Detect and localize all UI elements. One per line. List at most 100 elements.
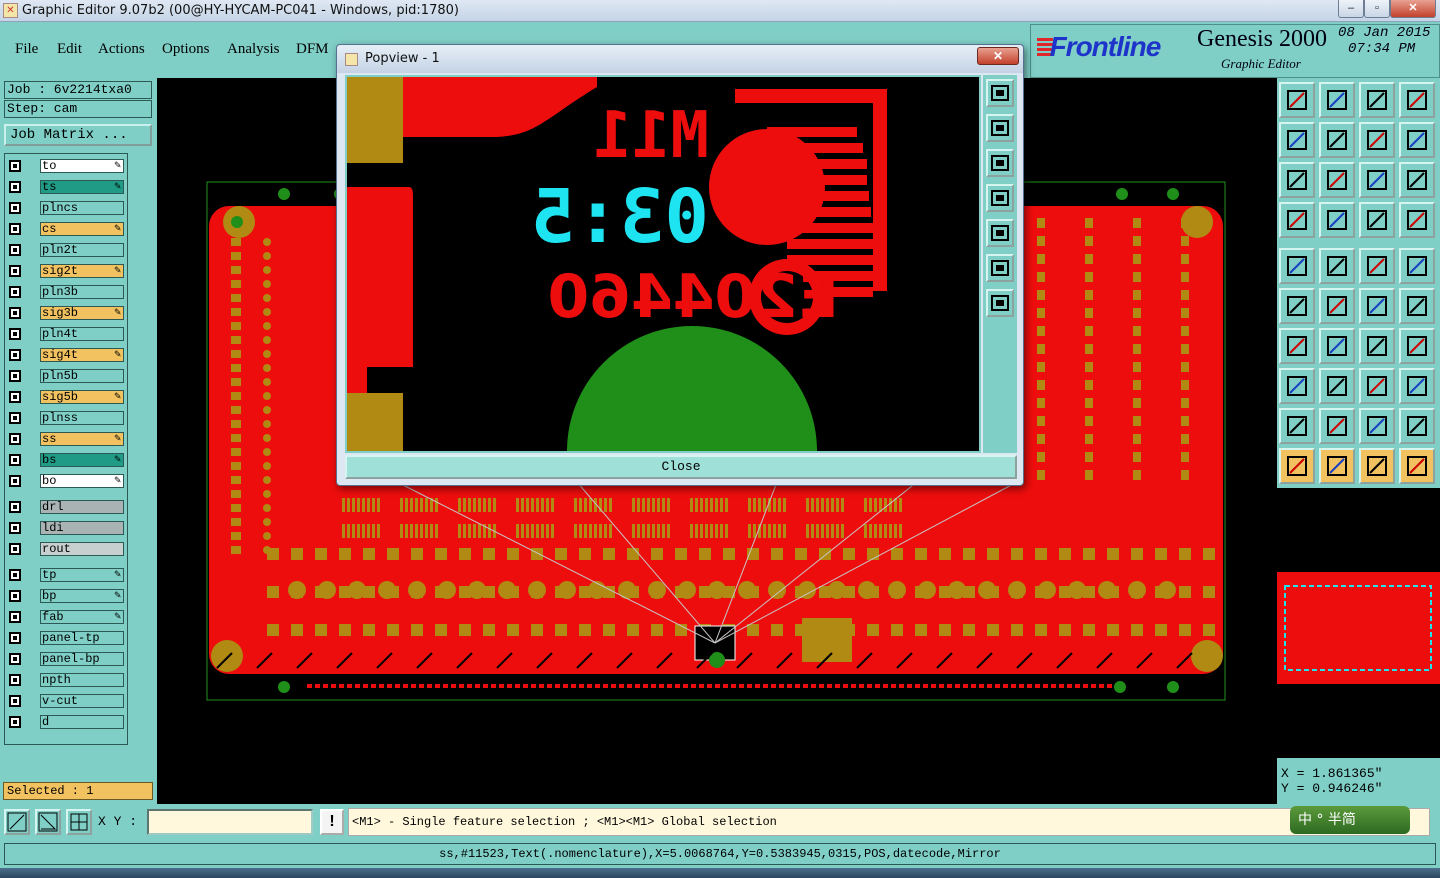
layer-name[interactable]: drl (40, 500, 124, 514)
job-matrix-button[interactable]: Job Matrix ... (4, 124, 152, 146)
layer-stack-icon[interactable] (1359, 202, 1395, 238)
layer-visibility-checkbox[interactable] (9, 590, 21, 602)
layer-name[interactable]: v-cut (40, 694, 124, 708)
layer-row-sig3b[interactable]: sig3b ✎ (7, 305, 125, 321)
snap-icon[interactable] (1359, 288, 1395, 324)
window-icon[interactable] (1399, 82, 1435, 118)
center-icon[interactable] (1359, 368, 1395, 404)
a-blue-icon[interactable] (1399, 408, 1435, 444)
layer-visibility-checkbox[interactable] (9, 674, 21, 686)
layer-row-sig5b[interactable]: sig5b ✎ (7, 389, 125, 405)
layer-visibility-checkbox[interactable] (9, 454, 21, 466)
pv-left-icon[interactable] (986, 184, 1014, 212)
layer-visibility-checkbox[interactable] (9, 653, 21, 665)
layer-name[interactable]: bo (40, 474, 124, 488)
layer-visibility-checkbox[interactable] (9, 412, 21, 424)
layer-visibility-checkbox[interactable] (9, 569, 21, 581)
a-red-icon[interactable] (1359, 408, 1395, 444)
layer-visibility-checkbox[interactable] (9, 501, 21, 513)
layer-row-bs[interactable]: bs ✎ (7, 452, 125, 468)
layer-row-rout[interactable]: rout (7, 541, 125, 557)
right-pane-icon[interactable] (1319, 122, 1355, 158)
pv-zoom-in-icon[interactable] (986, 254, 1014, 282)
layer-visibility-checkbox[interactable] (9, 716, 21, 728)
minus-icon[interactable] (1319, 368, 1355, 404)
snap-red-icon[interactable] (1399, 288, 1435, 324)
layer-visibility-checkbox[interactable] (9, 202, 21, 214)
layer-visibility-checkbox[interactable] (9, 349, 21, 361)
left-pane-icon[interactable] (1279, 122, 1315, 158)
down-arrow-icon[interactable] (1319, 82, 1355, 118)
layer-row-fab[interactable]: fab ✎ (7, 609, 125, 625)
layer-visibility-checkbox[interactable] (9, 391, 21, 403)
menu-dfm[interactable]: DFM (296, 41, 329, 58)
menu-actions[interactable]: Actions (98, 41, 145, 58)
warning-icon[interactable]: ! (320, 809, 344, 835)
layer-stack-red-icon[interactable] (1399, 202, 1435, 238)
layer-row-panel-tp[interactable]: panel-tp (7, 630, 125, 646)
popview-close-button[interactable]: Close (345, 455, 1017, 479)
layer-visibility-checkbox[interactable] (9, 543, 21, 555)
ruler-icon[interactable] (1359, 248, 1395, 284)
layer-row-pln4t[interactable]: pln4t (7, 326, 125, 342)
layer-row-npth[interactable]: npth (7, 672, 125, 688)
pointer-circle-icon[interactable] (1359, 448, 1395, 484)
popview-canvas[interactable]: M11 03:5 E204460 (345, 75, 981, 453)
layer-row-plncs[interactable]: plncs (7, 200, 125, 216)
layer-visibility-checkbox[interactable] (9, 695, 21, 707)
layer-row-panel-bp[interactable]: panel-bp (7, 651, 125, 667)
layer-name[interactable]: pln4t (40, 327, 124, 341)
layer-name[interactable]: to (40, 159, 124, 173)
layer-visibility-checkbox[interactable] (9, 632, 21, 644)
close-window-button[interactable]: ✕ (1390, 0, 1436, 18)
draw-line-icon[interactable] (1319, 248, 1355, 284)
pointer-multi-icon[interactable] (1399, 448, 1435, 484)
layer-row-v-cut[interactable]: v-cut (7, 693, 125, 709)
layer-row-pln3b[interactable]: pln3b (7, 284, 125, 300)
ff-icon[interactable] (1399, 328, 1435, 364)
layer-visibility-checkbox[interactable] (9, 611, 21, 623)
layer-name[interactable]: bs (40, 453, 124, 467)
layer-name[interactable]: plnss (40, 411, 124, 425)
layer-row-bo[interactable]: bo ✎ (7, 473, 125, 489)
layer-visibility-checkbox[interactable] (9, 307, 21, 319)
layer-name[interactable]: sig5b (40, 390, 124, 404)
grid-icon[interactable] (1319, 202, 1355, 238)
layer-name[interactable]: bp (40, 589, 124, 603)
layer-visibility-checkbox[interactable] (9, 370, 21, 382)
pv-fit-icon[interactable] (986, 79, 1014, 107)
layer-visibility-checkbox[interactable] (9, 522, 21, 534)
layer-visibility-checkbox[interactable] (9, 265, 21, 277)
layer-row-pln2t[interactable]: pln2t (7, 242, 125, 258)
menu-analysis[interactable]: Analysis (227, 41, 280, 58)
angle-icon[interactable] (1279, 328, 1315, 364)
layer-name[interactable]: panel-bp (40, 652, 124, 666)
zoom-area-icon[interactable] (4, 809, 30, 835)
menu-file[interactable]: File (15, 41, 38, 58)
layer-visibility-checkbox[interactable] (9, 160, 21, 172)
select-pad-icon[interactable] (1279, 248, 1315, 284)
layer-row-ldi[interactable]: ldi (7, 520, 125, 536)
popview-close-icon[interactable]: ✕ (977, 47, 1019, 65)
triangle-blue-icon[interactable] (1319, 408, 1355, 444)
layer-name[interactable]: sig4t (40, 348, 124, 362)
pv-zoom-out-icon[interactable] (986, 289, 1014, 317)
layer-name[interactable]: sig2t (40, 264, 124, 278)
layer-name[interactable]: plncs (40, 201, 124, 215)
zoom-all-icon[interactable] (1319, 162, 1355, 198)
layer-visibility-checkbox[interactable] (9, 475, 21, 487)
pv-up-icon[interactable] (986, 114, 1014, 142)
layer-name[interactable]: ts (40, 180, 124, 194)
mirror-icon[interactable] (1359, 122, 1395, 158)
layer-row-cs[interactable]: cs ✎ (7, 221, 125, 237)
layer-name[interactable]: ss (40, 432, 124, 446)
pv-right-icon[interactable] (986, 219, 1014, 247)
maximize-button[interactable]: ▫ (1364, 0, 1390, 18)
house-icon[interactable] (1359, 82, 1395, 118)
fit-icon[interactable] (1279, 162, 1315, 198)
xy-input[interactable] (147, 809, 313, 835)
layer-row-pln5b[interactable]: pln5b (7, 368, 125, 384)
layer-row-ss[interactable]: ss ✎ (7, 431, 125, 447)
point-icon[interactable] (1279, 368, 1315, 404)
layer-name[interactable]: pln2t (40, 243, 124, 257)
